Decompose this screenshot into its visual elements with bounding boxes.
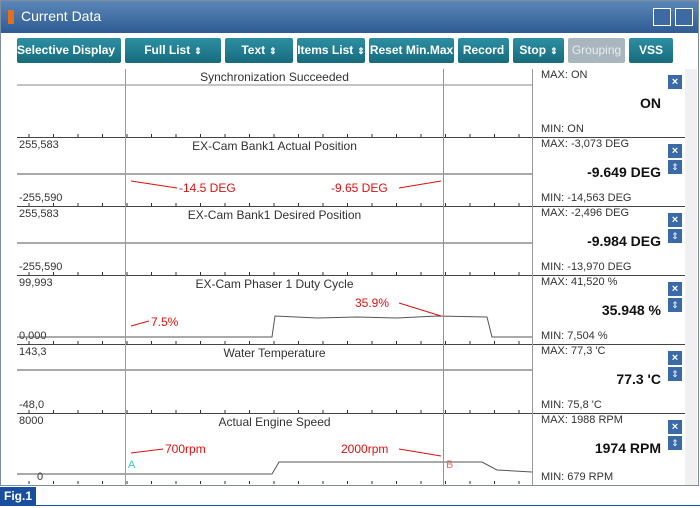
- annotation-cam-a: -14.5 DEG: [179, 181, 236, 195]
- selective-display-button[interactable]: Selective Display ⇕: [17, 38, 127, 63]
- scale-arrows-icon[interactable]: ⇕: [668, 367, 682, 381]
- max-value: MAX: ON: [541, 69, 588, 81]
- annotation-rpm-b: 2000rpm: [341, 442, 389, 456]
- plot-cam-actual: 255,583 EX-Cam Bank1 Actual Position -25…: [17, 138, 532, 207]
- close-icon[interactable]: ×: [668, 282, 682, 296]
- plot-sync: Synchronization Succeeded: [17, 69, 532, 138]
- stop-button[interactable]: Stop ⇕: [513, 38, 564, 63]
- max-value: MAX: -2,496 DEG: [541, 207, 630, 219]
- values-panel: MAX: ON ON MIN: ON × MAX: -3,073 DEG -9.…: [532, 69, 685, 485]
- full-list-button[interactable]: Full List ⇕: [125, 38, 221, 63]
- close-icon[interactable]: ×: [668, 75, 682, 89]
- graph-duty-cycle: [17, 315, 532, 344]
- annotation-rpm-a: 700rpm: [165, 442, 206, 456]
- value-cam-desired: MAX: -2,496 DEG -9.984 DEG MIN: -13,970 …: [533, 207, 685, 276]
- annotation-duty-a: 7.5%: [151, 315, 179, 329]
- value-water-temp: MAX: 77,3 'C 77.3 'C MIN: 75,8 'C × ⇕: [533, 345, 685, 414]
- min-value: MIN: -13,970 DEG: [541, 261, 632, 273]
- scale-arrows-icon[interactable]: ⇕: [668, 160, 682, 174]
- text-button[interactable]: Text ⇕: [225, 38, 293, 63]
- current-value: 1974 RPM: [594, 440, 661, 456]
- max-value: MAX: 77,3 'C: [541, 345, 606, 357]
- current-value: -9.984 DEG: [587, 233, 661, 249]
- title-bar: Current Data: [1, 1, 698, 33]
- annotation-cam-b: -9.65 DEG: [331, 181, 388, 195]
- figure-label: Fig.1: [0, 487, 36, 505]
- app-icon: [8, 10, 14, 24]
- plot-duty-cycle: 99,993 EX-Cam Phaser 1 Duty Cycle 0,000: [17, 276, 532, 345]
- close-icon[interactable]: ×: [668, 144, 682, 158]
- divider: [0, 505, 700, 506]
- min-value: MIN: -14,563 DEG: [541, 192, 632, 204]
- min-value: MIN: 679 RPM: [541, 471, 614, 483]
- current-value: ON: [640, 95, 661, 111]
- current-value: -9.649 DEG: [587, 164, 661, 180]
- close-icon[interactable]: ×: [668, 420, 682, 434]
- graph-area: Synchronization Succeeded 255,583 EX-Cam…: [17, 69, 532, 485]
- items-list-button[interactable]: Items List ⇕: [297, 38, 365, 63]
- value-cam-actual: MAX: -3,073 DEG -9.649 DEG MIN: -14,563 …: [533, 138, 685, 207]
- cursor-b-label: B: [446, 459, 454, 471]
- current-value: 35.948 %: [601, 302, 661, 318]
- graph-sync: [17, 84, 532, 137]
- cursor-a-label: A: [128, 459, 136, 471]
- current-data-window: Current Data Selective Display ⇕ Full Lis…: [0, 0, 699, 486]
- max-value: MAX: 1988 RPM: [541, 414, 623, 426]
- cursor-a-line[interactable]: [125, 69, 126, 485]
- vss-button[interactable]: VSS: [629, 38, 673, 63]
- scale-arrows-icon[interactable]: ⇕: [668, 436, 682, 450]
- plot-water-temp: 143,3 Water Temperature -48,0: [17, 345, 532, 414]
- vertical-scrollbar[interactable]: [685, 69, 697, 485]
- grouping-button[interactable]: Grouping: [568, 38, 625, 63]
- scale-arrows-icon[interactable]: ⇕: [668, 229, 682, 243]
- setting-icon[interactable]: [653, 8, 671, 26]
- record-button[interactable]: Record: [458, 38, 509, 63]
- graph-water-temp: [17, 369, 532, 413]
- value-engine-speed: MAX: 1988 RPM 1974 RPM MIN: 679 RPM × ⇕: [533, 414, 685, 485]
- maximize-icon[interactable]: [675, 8, 693, 26]
- annotation-duty-b: 35.9%: [355, 296, 390, 310]
- plot-engine-speed: 8000 Actual Engine Speed 0: [17, 414, 532, 485]
- scale-arrows-icon[interactable]: ⇕: [668, 298, 682, 312]
- value-duty-cycle: MAX: 41,520 % 35.948 % MIN: 7,504 % × ⇕: [533, 276, 685, 345]
- graph-engine-speed: [17, 461, 532, 484]
- current-value: 77.3 'C: [616, 371, 661, 387]
- close-icon[interactable]: ×: [668, 213, 682, 227]
- min-value: MIN: 7,504 %: [541, 330, 608, 342]
- close-icon[interactable]: ×: [668, 351, 682, 365]
- trace-line: [17, 315, 532, 338]
- trace-line: [17, 461, 532, 475]
- reset-min-max-button[interactable]: Reset Min.Max: [369, 38, 454, 63]
- max-value: MAX: 41,520 %: [541, 276, 618, 288]
- plot-cam-desired: 255,583 EX-Cam Bank1 Desired Position -2…: [17, 207, 532, 276]
- min-value: MIN: ON: [541, 123, 584, 135]
- value-sync: MAX: ON ON MIN: ON ×: [533, 69, 685, 138]
- toolbar: Selective Display ⇕ Full List ⇕ Text ⇕ Item…: [1, 33, 698, 69]
- window-title: Current Data: [21, 8, 102, 24]
- min-value: MIN: 75,8 'C: [541, 399, 602, 411]
- graph-cam-actual: [17, 173, 532, 206]
- graph-cam-desired: [17, 242, 532, 275]
- cursor-b-line[interactable]: [443, 69, 444, 485]
- max-value: MAX: -3,073 DEG: [541, 138, 630, 150]
